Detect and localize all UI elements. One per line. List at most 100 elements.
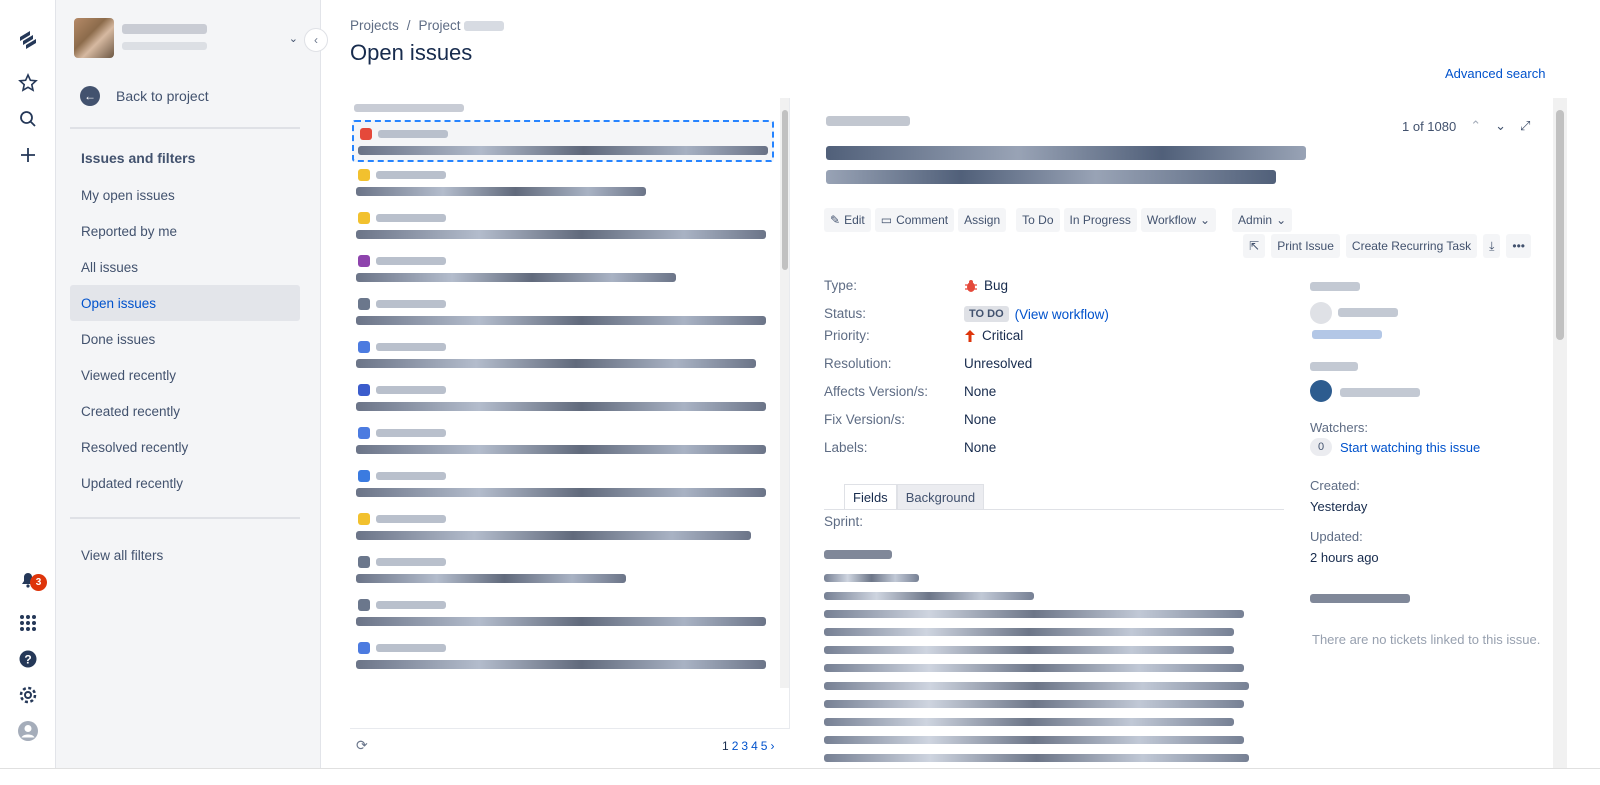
- issue-type-icon: [358, 298, 370, 310]
- expand-icon[interactable]: ⤢: [1520, 118, 1530, 134]
- edit-button[interactable]: ✎ Edit: [824, 208, 871, 232]
- issue-list-item[interactable]: [352, 335, 774, 377]
- field-label: Fix Version/s:: [824, 412, 906, 427]
- assign-to-me-redacted[interactable]: [1312, 330, 1382, 339]
- issue-key-redacted: [378, 130, 448, 138]
- comment-button-label: Comment: [896, 213, 949, 227]
- page-2[interactable]: 2: [732, 739, 739, 753]
- detail-scroll-thumb[interactable]: [1556, 110, 1564, 340]
- issue-list-item[interactable]: [352, 120, 774, 162]
- breadcrumb-projects[interactable]: Projects: [350, 18, 399, 33]
- description-line-redacted: [824, 682, 1249, 690]
- sidebar-item-reported-by-me[interactable]: Reported by me: [70, 213, 300, 249]
- issue-list-item[interactable]: [352, 292, 774, 334]
- sidebar-item-label: Done issues: [81, 331, 156, 347]
- sidebar-item-open-issues[interactable]: Open issues: [70, 285, 300, 321]
- pagination: 1 2 3 4 5 ›: [722, 739, 774, 753]
- view-workflow-link[interactable]: (View workflow): [1015, 307, 1109, 322]
- sidebar-item-label: Viewed recently: [81, 367, 177, 383]
- issue-type-icon: [358, 513, 370, 525]
- user-avatar-icon[interactable]: [14, 717, 42, 745]
- issue-summary-redacted: [356, 187, 646, 196]
- issue-list-item[interactable]: [352, 593, 774, 635]
- issue-type-icon: [360, 128, 372, 140]
- more-actions-icon[interactable]: •••: [1506, 234, 1531, 258]
- sidebar-item-my-open-issues[interactable]: My open issues: [70, 177, 300, 213]
- settings-icon[interactable]: [14, 681, 42, 709]
- bug-icon: [965, 279, 977, 292]
- issue-type-icon: [358, 427, 370, 439]
- todo-button[interactable]: To Do: [1016, 208, 1060, 232]
- assignee-name-redacted[interactable]: [1338, 308, 1398, 317]
- search-icon[interactable]: [14, 105, 42, 133]
- project-switcher[interactable]: ⌄: [74, 18, 304, 62]
- tab-divider: [824, 509, 1284, 510]
- admin-dropdown[interactable]: Admin ⌄: [1232, 208, 1293, 232]
- issue-key-redacted: [376, 300, 446, 308]
- help-icon[interactable]: ?: [14, 645, 42, 673]
- issue-list-item[interactable]: [352, 163, 774, 205]
- detail-tabs: Fields Background: [844, 484, 985, 510]
- issue-summary-redacted: [356, 445, 766, 454]
- share-icon[interactable]: ⇱: [1243, 234, 1266, 258]
- tab-background[interactable]: Background: [896, 484, 985, 510]
- issue-type-icon: [358, 470, 370, 482]
- next-page-icon[interactable]: ›: [770, 739, 774, 753]
- comment-button[interactable]: ▭ Comment: [874, 208, 955, 232]
- sidebar-item-updated-recently[interactable]: Updated recently: [70, 465, 300, 501]
- back-to-project-label: Back to project: [116, 88, 209, 104]
- issue-summary-redacted: [356, 660, 766, 669]
- page-5[interactable]: 5: [761, 739, 768, 753]
- page-3[interactable]: 3: [741, 739, 748, 753]
- create-recurring-task-button[interactable]: Create Recurring Task: [1345, 234, 1478, 258]
- sidebar-item-label: All issues: [81, 259, 139, 275]
- star-icon[interactable]: [14, 69, 42, 97]
- reporter-name-redacted[interactable]: [1340, 388, 1420, 397]
- sidebar-item-done-issues[interactable]: Done issues: [70, 321, 300, 357]
- sidebar-item-viewed-recently[interactable]: Viewed recently: [70, 357, 300, 393]
- issue-list-item[interactable]: [352, 464, 774, 506]
- sprint-label: Sprint:: [824, 514, 864, 529]
- issue-list-item[interactable]: [352, 206, 774, 248]
- page-4[interactable]: 4: [751, 739, 758, 753]
- breadcrumb-project[interactable]: Project: [419, 18, 505, 33]
- view-all-filters-link[interactable]: View all filters: [70, 537, 300, 573]
- sidebar-item-resolved-recently[interactable]: Resolved recently: [70, 429, 300, 465]
- updated-value: 2 hours ago: [1310, 550, 1379, 565]
- issue-summary-redacted: [826, 170, 1276, 184]
- in-progress-button[interactable]: In Progress: [1063, 208, 1137, 232]
- previous-issue-icon[interactable]: ⌃: [1470, 118, 1481, 134]
- field-status: Status: TO DO (View workflow): [824, 306, 1284, 326]
- issue-list-item[interactable]: [352, 507, 774, 549]
- next-issue-icon[interactable]: ⌄: [1495, 118, 1506, 134]
- sidebar-item-created-recently[interactable]: Created recently: [70, 393, 300, 429]
- apps-grid-icon[interactable]: [14, 609, 42, 637]
- print-issue-button[interactable]: Print Issue: [1271, 234, 1340, 258]
- project-name-redacted: [464, 21, 505, 32]
- issue-list-item[interactable]: [352, 249, 774, 291]
- sidebar-item-all-issues[interactable]: All issues: [70, 249, 300, 285]
- issue-type-icon: [358, 341, 370, 353]
- collapse-sidebar-button[interactable]: ‹: [304, 28, 328, 52]
- tab-fields[interactable]: Fields: [844, 484, 897, 510]
- breadcrumb: Projects / Project: [350, 18, 505, 33]
- issue-summary-redacted: [356, 617, 766, 626]
- issue-summary-redacted: [356, 531, 751, 540]
- issue-list-item[interactable]: [352, 421, 774, 463]
- export-icon[interactable]: ⤓: [1483, 234, 1501, 258]
- issue-list-item[interactable]: [352, 378, 774, 420]
- assign-button[interactable]: Assign: [958, 208, 1007, 232]
- issue-list-item[interactable]: [352, 636, 774, 678]
- plus-icon[interactable]: [14, 141, 42, 169]
- back-to-project-link[interactable]: ← Back to project: [80, 86, 209, 106]
- page-1[interactable]: 1: [722, 739, 729, 753]
- description-line-redacted: [824, 736, 1244, 744]
- issue-list-scroll-thumb[interactable]: [782, 110, 788, 270]
- advanced-search-link[interactable]: Advanced search: [1445, 66, 1545, 81]
- issue-list-item[interactable]: [352, 550, 774, 592]
- refresh-icon[interactable]: ⟳: [356, 737, 368, 754]
- issue-toolbar-secondary: ⇱ Print Issue Create Recurring Task ⤓ ••…: [1243, 234, 1531, 258]
- start-watching-link[interactable]: Start watching this issue: [1340, 440, 1480, 455]
- workflow-dropdown[interactable]: Workflow ⌄: [1140, 208, 1217, 232]
- jira-logo-icon[interactable]: [14, 26, 42, 54]
